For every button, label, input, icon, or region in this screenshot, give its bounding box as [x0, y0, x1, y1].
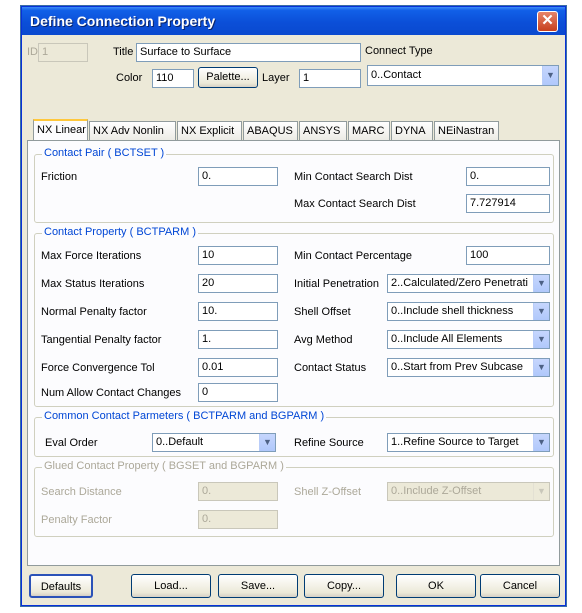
chevron-down-icon[interactable]: ▼ — [533, 359, 549, 376]
tab-ansys[interactable]: ANSYS — [299, 121, 347, 140]
cancel-button[interactable]: Cancel — [480, 574, 560, 598]
force-convergence-tol-label: Force Convergence Tol — [41, 362, 155, 374]
title-bar: Define Connection Property — [22, 7, 565, 35]
initial-penetration-select[interactable]: 2..Calculated/Zero Penetrati ▼ — [387, 274, 550, 293]
contact-pair-group: Contact Pair ( BCTSET ) Friction 0. Min … — [34, 147, 554, 223]
chevron-down-icon[interactable]: ▼ — [533, 434, 549, 451]
tab-nx-adv-nonlin[interactable]: NX Adv Nonlin — [89, 121, 176, 140]
tab-marc[interactable]: MARC — [348, 121, 390, 140]
shell-z-offset-select: 0..Include Z-Offset ▼ — [387, 482, 550, 501]
tangential-penalty-label: Tangential Penalty factor — [41, 334, 162, 346]
max-force-iterations-field[interactable]: 10 — [198, 246, 278, 265]
contact-property-title: Contact Property ( BCTPARM ) — [42, 226, 198, 238]
id-label: ID — [27, 46, 38, 58]
common-contact-title: Common Contact Parmeters ( BCTPARM and B… — [42, 410, 327, 422]
chevron-down-icon[interactable]: ▼ — [533, 331, 549, 348]
max-status-iterations-field[interactable]: 20 — [198, 274, 278, 293]
tab-strip: NX Linear NX Adv Nonlin NX Explicit ABAQ… — [27, 119, 560, 141]
chevron-down-icon: ▼ — [533, 483, 549, 500]
connect-type-select[interactable]: 0..Contact ▼ — [367, 65, 559, 86]
friction-label: Friction — [41, 171, 78, 183]
dialog-window: Define Connection Property ✕ ID 1 Title … — [21, 6, 566, 606]
search-distance-field: 0. — [198, 482, 278, 501]
chevron-down-icon[interactable]: ▼ — [533, 275, 549, 292]
avg-method-label: Avg Method — [294, 334, 353, 346]
title-label: Title — [113, 46, 134, 58]
max-force-iterations-label: Max Force Iterations — [41, 250, 142, 262]
min-search-dist-field[interactable]: 0. — [466, 167, 550, 186]
palette-button[interactable]: Palette... — [198, 67, 258, 88]
tab-abaqus[interactable]: ABAQUS — [243, 121, 298, 140]
shell-offset-value: 0..Include shell thickness — [391, 305, 514, 317]
load-button[interactable]: Load... — [131, 574, 211, 598]
min-contact-percentage-label: Min Contact Percentage — [294, 250, 413, 262]
id-field: 1 — [38, 43, 88, 62]
chevron-down-icon[interactable]: ▼ — [542, 66, 558, 85]
common-contact-group: Common Contact Parmeters ( BCTPARM and B… — [34, 410, 554, 457]
shell-z-offset-label: Shell Z-Offset — [294, 486, 362, 498]
normal-penalty-label: Normal Penalty factor — [41, 306, 147, 318]
chevron-down-icon[interactable]: ▼ — [259, 434, 275, 451]
close-icon[interactable]: ✕ — [537, 11, 558, 32]
contact-pair-title: Contact Pair ( BCTSET ) — [42, 147, 167, 159]
shell-offset-select[interactable]: 0..Include shell thickness ▼ — [387, 302, 550, 321]
refine-source-select[interactable]: 1..Refine Source to Target ▼ — [387, 433, 550, 452]
num-allow-contact-changes-field[interactable]: 0 — [198, 383, 278, 402]
tab-nx-linear[interactable]: NX Linear — [33, 119, 88, 140]
initial-penetration-value: 2..Calculated/Zero Penetrati — [391, 277, 528, 289]
title-field[interactable]: Surface to Surface — [136, 43, 361, 62]
shell-z-offset-value: 0..Include Z-Offset — [391, 485, 482, 497]
avg-method-value: 0..Include All Elements — [391, 333, 503, 345]
normal-penalty-field[interactable]: 10. — [198, 302, 278, 321]
refine-source-label: Refine Source — [294, 437, 364, 449]
tab-nx-explicit[interactable]: NX Explicit — [177, 121, 242, 140]
min-contact-percentage-field[interactable]: 100 — [466, 246, 550, 265]
glued-contact-group: Glued Contact Property ( BGSET and BGPAR… — [34, 460, 554, 537]
contact-status-value: 0..Start from Prev Subcase — [391, 361, 524, 373]
max-status-iterations-label: Max Status Iterations — [41, 278, 145, 290]
refine-source-value: 1..Refine Source to Target — [391, 436, 519, 448]
avg-method-select[interactable]: 0..Include All Elements ▼ — [387, 330, 550, 349]
color-field[interactable]: 110 — [152, 69, 194, 88]
shell-offset-label: Shell Offset — [294, 306, 351, 318]
connect-type-value: 0..Contact — [371, 69, 422, 81]
eval-order-select[interactable]: 0..Default ▼ — [152, 433, 276, 452]
penalty-factor-field: 0. — [198, 510, 278, 529]
chevron-down-icon[interactable]: ▼ — [533, 303, 549, 320]
defaults-button[interactable]: Defaults — [29, 574, 93, 598]
tab-dyna[interactable]: DYNA — [391, 121, 433, 140]
eval-order-label: Eval Order — [45, 437, 98, 449]
glued-contact-title: Glued Contact Property ( BGSET and BGPAR… — [42, 460, 286, 472]
initial-penetration-label: Initial Penetration — [294, 278, 379, 290]
num-allow-contact-changes-label: Num Allow Contact Changes — [41, 387, 182, 399]
layer-label: Layer — [262, 72, 290, 84]
tangential-penalty-field[interactable]: 1. — [198, 330, 278, 349]
color-label: Color — [116, 72, 143, 84]
window-title: Define Connection Property — [30, 13, 216, 29]
eval-order-value: 0..Default — [156, 436, 204, 448]
layer-field[interactable]: 1 — [299, 69, 361, 88]
copy-button[interactable]: Copy... — [304, 574, 384, 598]
connect-type-label: Connect Type — [365, 45, 433, 57]
ok-button[interactable]: OK — [396, 574, 476, 598]
force-convergence-tol-field[interactable]: 0.01 — [198, 358, 278, 377]
save-button[interactable]: Save... — [218, 574, 298, 598]
contact-property-group: Contact Property ( BCTPARM ) Max Force I… — [34, 226, 554, 407]
search-distance-label: Search Distance — [41, 486, 122, 498]
friction-field[interactable]: 0. — [198, 167, 278, 186]
tab-neinastran[interactable]: NEiNastran — [434, 121, 499, 140]
max-search-dist-label: Max Contact Search Dist — [294, 198, 416, 210]
tab-panel: Contact Pair ( BCTSET ) Friction 0. Min … — [27, 140, 560, 566]
min-search-dist-label: Min Contact Search Dist — [294, 171, 413, 183]
penalty-factor-label: Penalty Factor — [41, 514, 112, 526]
contact-status-select[interactable]: 0..Start from Prev Subcase ▼ — [387, 358, 550, 377]
contact-status-label: Contact Status — [294, 362, 367, 374]
max-search-dist-field[interactable]: 7.727914 — [466, 194, 550, 213]
